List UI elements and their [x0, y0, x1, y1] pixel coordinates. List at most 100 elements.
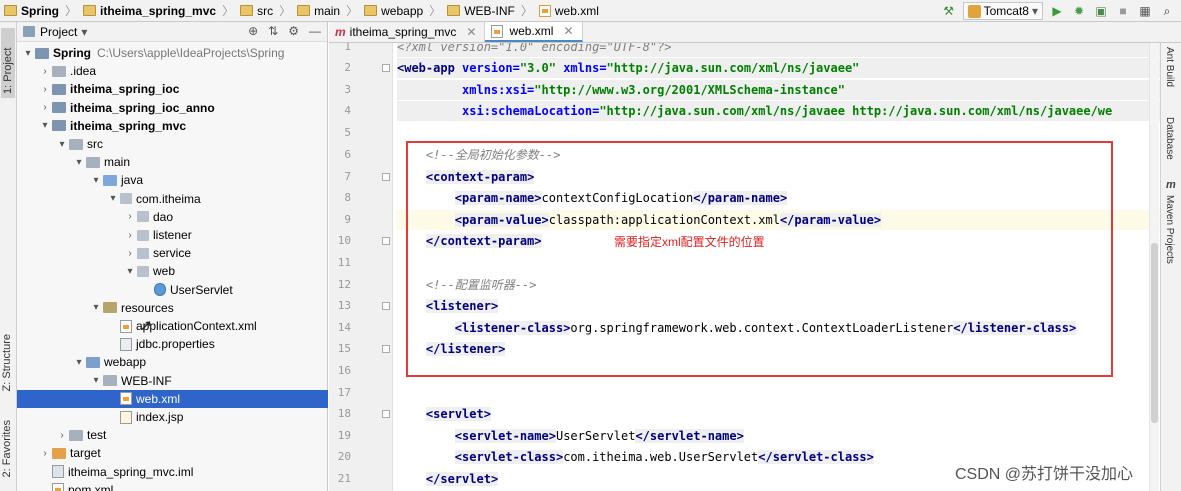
tree-item[interactable]: index.jsp	[17, 408, 328, 426]
breadcrumb-main[interactable]: main	[293, 0, 344, 22]
chevron-down-icon[interactable]: ▾	[106, 193, 120, 204]
chevron-right-icon[interactable]: ›	[38, 102, 52, 113]
chevron-down-icon[interactable]: ▾	[72, 157, 86, 168]
chevron-down-icon[interactable]: ▾	[123, 266, 137, 277]
tree-item[interactable]: pom.xml	[17, 481, 328, 491]
tree-item[interactable]: ▾ itheima_spring_mvc	[17, 117, 328, 135]
hammer-icon[interactable]: ⚒	[941, 3, 957, 19]
coverage-icon[interactable]: ▣	[1093, 3, 1109, 19]
tree-item[interactable]: ▾ com.itheima	[17, 190, 328, 208]
chevron-right-icon[interactable]: ›	[38, 84, 52, 95]
chevron-down-icon[interactable]: ▾	[38, 120, 52, 131]
close-icon[interactable]: ✕	[466, 25, 476, 39]
tree-item[interactable]: › service	[17, 244, 328, 262]
xml-file-icon	[120, 319, 132, 333]
chevron-down-icon[interactable]: ▾	[89, 302, 103, 313]
editor-tabs: m itheima_spring_mvc ✕ web.xml ✕	[329, 22, 1181, 43]
chevron-down-icon[interactable]: ▾	[72, 357, 86, 368]
breadcrumb-spring[interactable]: Spring	[0, 0, 63, 22]
fold-marker-icon[interactable]	[382, 64, 390, 72]
code-area[interactable]: <?xml version="1.0" encoding="UTF-8"?> <…	[397, 43, 1160, 491]
tab-web-xml[interactable]: web.xml ✕	[485, 22, 583, 42]
code-line-4: xsi:schemaLocation="http://java.sun.com/…	[397, 101, 1160, 121]
gear-icon[interactable]: ⚙	[288, 24, 299, 38]
project-view-dropdown[interactable]: ▾	[81, 25, 87, 39]
tree-item[interactable]: jdbc.properties	[17, 335, 328, 353]
left-tool-strip: 1: Project Z: Structure 2: Favorites	[0, 22, 17, 491]
ant-build-tool-button[interactable]: Ant Build	[1164, 47, 1175, 87]
tree-item[interactable]: › .idea	[17, 62, 328, 80]
database-tool-button[interactable]: Database	[1164, 117, 1175, 160]
line-number: 19	[337, 429, 351, 442]
breadcrumb-src[interactable]: src	[236, 0, 277, 22]
search-icon[interactable]: ⌕	[1159, 3, 1175, 19]
structure-tool-button[interactable]: Z: Structure	[1, 334, 13, 391]
xml-file-icon	[491, 24, 504, 38]
tree-item[interactable]: › itheima_spring_ioc_anno	[17, 99, 328, 117]
chevron-down-icon[interactable]: ▾	[89, 375, 103, 386]
line-number: 17	[337, 386, 351, 399]
line-number: 21	[337, 472, 351, 485]
tree-item[interactable]: ▾ java	[17, 171, 328, 189]
run-config-select[interactable]: Tomcat8 ▾	[962, 2, 1043, 20]
scrollbar-thumb[interactable]	[1151, 243, 1158, 423]
tree-item[interactable]: itheima_spring_mvc.iml	[17, 463, 328, 481]
chevron-right-icon[interactable]: ›	[123, 230, 137, 241]
fold-marker-icon[interactable]	[382, 302, 390, 310]
tree-item[interactable]: web.xml	[17, 389, 328, 408]
fold-marker-icon[interactable]	[382, 345, 390, 353]
tree-item[interactable]: › dao	[17, 208, 328, 226]
tree-item[interactable]: ▾ resources	[17, 299, 328, 317]
chevron-right-icon[interactable]: ›	[123, 211, 137, 222]
code-line-12: <!--配置监听器-->	[425, 278, 537, 292]
editor-scrollbar[interactable]	[1149, 43, 1159, 491]
locate-icon[interactable]: ⊕	[248, 24, 258, 38]
line-number: 20	[337, 450, 351, 463]
tree-item[interactable]: › target	[17, 444, 328, 462]
collapse-icon[interactable]: ⇅	[268, 24, 278, 38]
tree-item[interactable]: UserServlet	[17, 281, 328, 299]
bug-icon[interactable]: ✹	[1071, 3, 1087, 19]
tree-item[interactable]: ▾ src	[17, 135, 328, 153]
project-panel-title[interactable]: Project	[40, 25, 77, 39]
tree-item[interactable]: ▾ web	[17, 262, 328, 280]
hide-icon[interactable]: —	[309, 24, 321, 38]
tree-item[interactable]: applicationContext.xml	[17, 317, 328, 335]
package-icon	[137, 247, 149, 259]
close-icon[interactable]: ✕	[563, 24, 573, 38]
tree-item[interactable]: ▾ Spring C:\Users\apple\IdeaProjects\Sprin…	[17, 44, 328, 62]
maven-projects-tool-button[interactable]: Maven Projects	[1164, 195, 1175, 264]
line-number: 3	[344, 83, 351, 96]
project-structure-icon[interactable]: ▦	[1137, 3, 1153, 19]
tree-item[interactable]: › itheima_spring_ioc	[17, 80, 328, 98]
chevron-right-icon[interactable]: ›	[55, 430, 69, 441]
tab-itheima-spring-mvc[interactable]: m itheima_spring_mvc ✕	[329, 22, 486, 42]
favorites-tool-button[interactable]: 2: Favorites	[1, 420, 13, 477]
fold-marker-icon[interactable]	[382, 410, 390, 418]
tree-item[interactable]: ▾ main	[17, 153, 328, 171]
project-tool-button[interactable]: 1: Project	[1, 28, 15, 98]
breadcrumb-webapp[interactable]: webapp	[360, 0, 427, 22]
chevron-down-icon[interactable]: ▾	[89, 175, 103, 186]
line-number: 12	[337, 278, 351, 291]
tree-item[interactable]: › test	[17, 426, 328, 444]
breadcrumb-module[interactable]: itheima_spring_mvc	[79, 0, 220, 22]
tree-item[interactable]: ▾ webapp	[17, 353, 328, 371]
fold-marker-icon[interactable]	[382, 237, 390, 245]
stop-icon[interactable]: ■	[1115, 3, 1131, 19]
play-icon[interactable]: ▶	[1049, 3, 1065, 19]
code-editor[interactable]: 1 2 3 4 5 6 7 8 9 10 11 12 13 14 15 16 17 18 19 20 21 <?xml …	[329, 43, 1160, 491]
iml-file-icon	[52, 465, 64, 479]
breadcrumb-web-xml[interactable]: web.xml	[535, 0, 603, 22]
line-number: 7	[344, 170, 351, 183]
breadcrumb-separator: 〉	[65, 4, 78, 18]
chevron-down-icon[interactable]: ▾	[55, 139, 69, 150]
tree-item[interactable]: › listener	[17, 226, 328, 244]
chevron-right-icon[interactable]: ›	[38, 66, 52, 77]
chevron-down-icon[interactable]: ▾	[21, 48, 35, 59]
chevron-right-icon[interactable]: ›	[123, 248, 137, 259]
fold-marker-icon[interactable]	[382, 173, 390, 181]
breadcrumb-web-inf[interactable]: WEB-INF	[443, 0, 519, 22]
chevron-right-icon[interactable]: ›	[38, 448, 52, 459]
tree-item[interactable]: ▾ WEB-INF	[17, 372, 328, 390]
